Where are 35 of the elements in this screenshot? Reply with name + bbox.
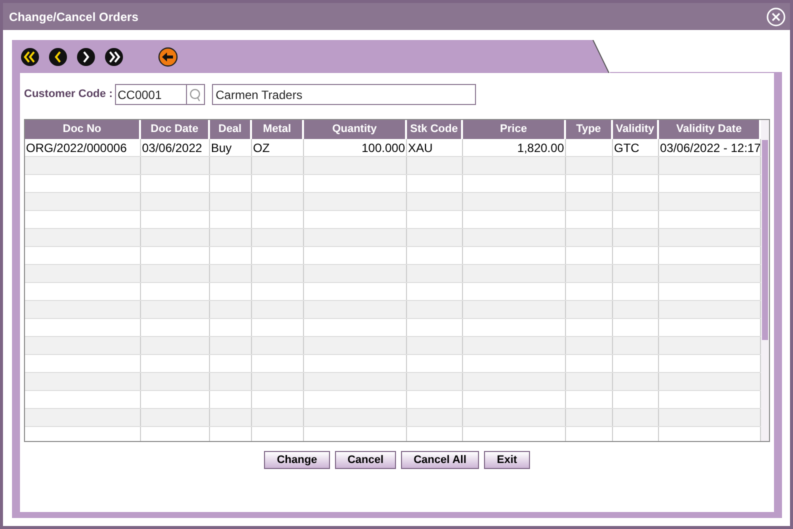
action-button[interactable]: Exit [484, 451, 530, 469]
search-icon [189, 88, 202, 102]
customer-name-field[interactable]: Carmen Traders [212, 84, 476, 105]
last-record-icon[interactable] [104, 46, 124, 66]
column-header[interactable]: Price [463, 120, 566, 139]
action-button[interactable]: Cancel [335, 451, 396, 469]
column-header[interactable]: Deal [210, 120, 252, 139]
lookup-button[interactable] [186, 84, 205, 105]
next-record-icon[interactable] [76, 46, 96, 66]
table-cell-text: 03/06/2022 [142, 140, 202, 156]
column-header[interactable]: Stk Code [407, 120, 463, 139]
table-cell-text: XAU [408, 140, 433, 156]
column-header[interactable]: Type [566, 120, 613, 139]
first-record-icon[interactable] [20, 46, 40, 66]
column-header[interactable]: Validity Date [659, 120, 761, 139]
previous-record-icon[interactable] [48, 46, 68, 66]
table-cell-text: 100.000 [362, 140, 405, 156]
table-cell-text: Buy [211, 140, 232, 156]
customer-code-field[interactable]: CC0001 [114, 84, 187, 105]
column-header[interactable]: Doc No [25, 120, 141, 139]
customer-code-label: Customer Code : [24, 87, 113, 102]
column-header[interactable]: Metal [252, 120, 304, 139]
table-cell-text: OZ [253, 140, 270, 156]
action-button[interactable]: Cancel All [401, 451, 479, 469]
table-cell-text: 1,820.00 [517, 140, 564, 156]
close-icon[interactable] [766, 6, 786, 26]
column-header[interactable]: Doc Date [141, 120, 210, 139]
table-cell-text: ORG/2022/000006 [26, 140, 127, 156]
table-cell-text: GTC [614, 140, 640, 156]
column-header[interactable]: Quantity [304, 120, 407, 139]
action-button[interactable]: Change [264, 451, 330, 469]
window-title: Change/Cancel Orders [9, 8, 138, 26]
table-cell-text: 03/06/2022 - 12:17 [660, 140, 760, 156]
scroll-bar[interactable] [761, 120, 769, 441]
column-header[interactable]: Validity [613, 120, 659, 139]
